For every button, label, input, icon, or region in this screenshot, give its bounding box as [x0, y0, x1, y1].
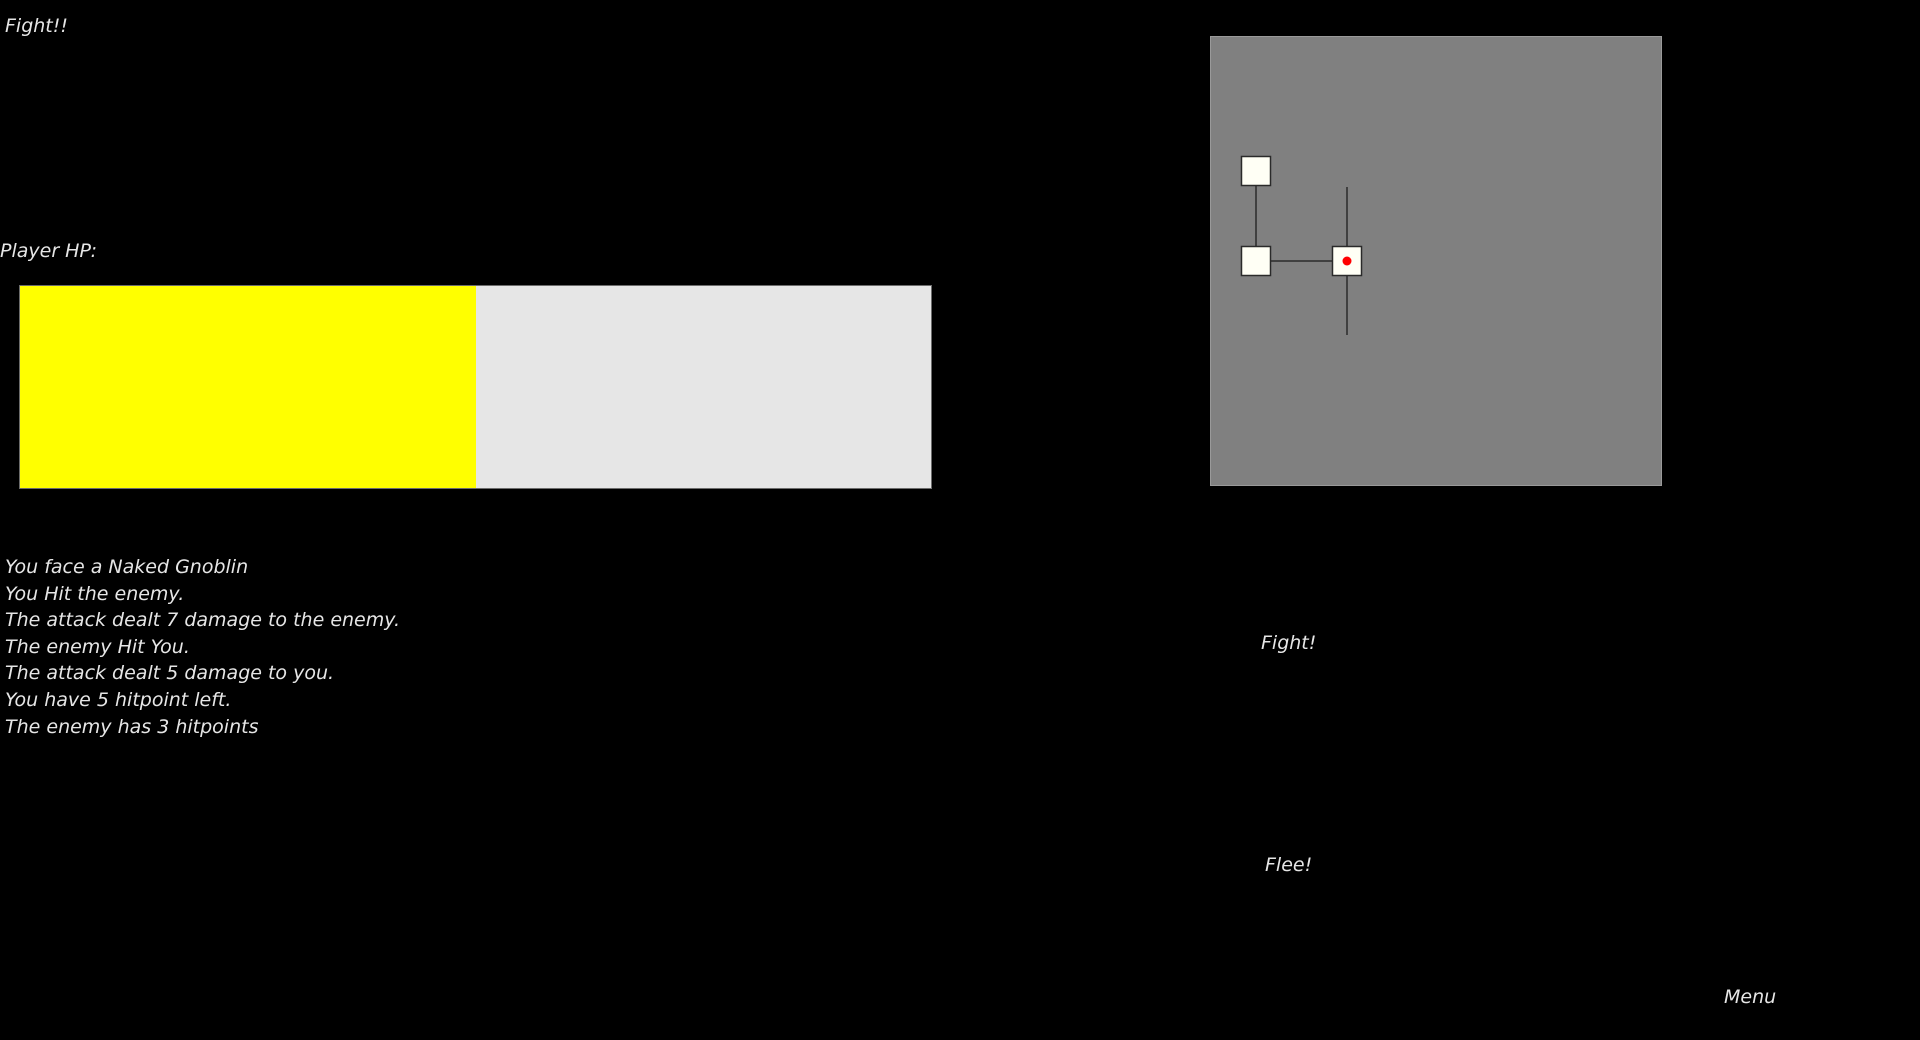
room-north-west [1240, 155, 1272, 187]
log-line: You have 5 hitpoint left. [5, 688, 232, 711]
log-line: The enemy Hit You. [5, 635, 190, 658]
log-line: The attack dealt 5 damage to you. [5, 662, 335, 685]
room-west [1240, 245, 1272, 277]
player-position-marker [1342, 256, 1352, 266]
dungeon-minimap [1210, 36, 1662, 486]
combat-log: You face a Naked Gnoblin You Hit the ene… [5, 554, 400, 740]
log-line: The attack dealt 7 damage to the enemy. [5, 609, 401, 632]
menu-button[interactable]: Menu [1716, 984, 1784, 1011]
player-hp-fill [20, 286, 476, 488]
log-line: The enemy has 3 hitpoints [5, 715, 259, 738]
player-hp-label: Player HP: [0, 240, 97, 262]
player-hp-bar [19, 285, 932, 489]
flee-button[interactable]: Flee! [1257, 852, 1320, 879]
fight-button[interactable]: Fight! [1253, 630, 1324, 657]
page-title: Fight!! [5, 15, 68, 37]
log-line: You Hit the enemy. [5, 582, 185, 605]
battle-screen: Fight!! Player HP: You face a Naked Gnob… [0, 0, 1920, 1040]
log-line: You face a Naked Gnoblin [5, 556, 249, 578]
minimap-canvas [1240, 155, 1363, 335]
